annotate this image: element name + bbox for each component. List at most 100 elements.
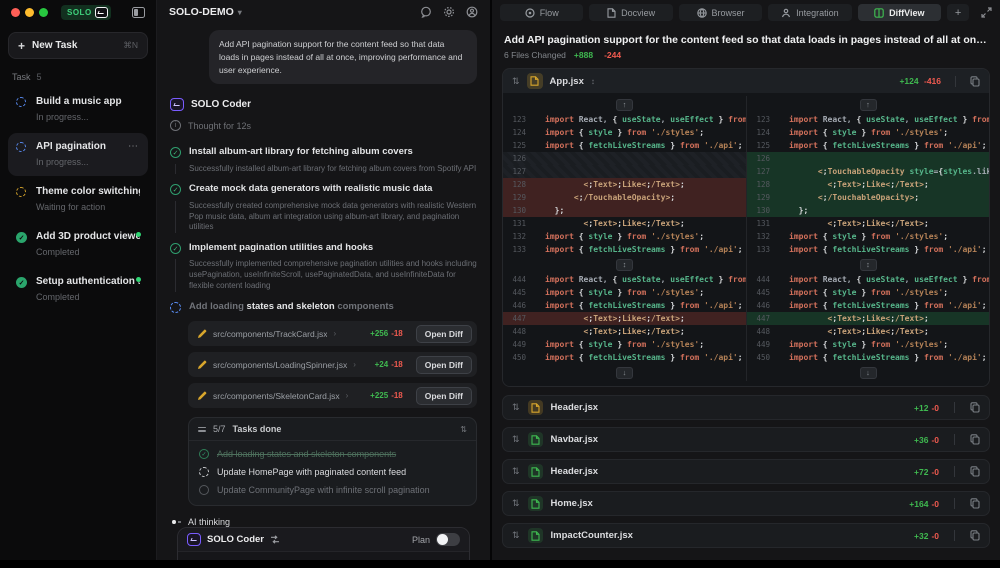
changed-file-chips: src/components/TrackCard.jsx › +256 -18 O…	[188, 321, 477, 409]
tab-diffview[interactable]: DiffView	[857, 4, 942, 21]
changed-file-row[interactable]: ⇅ Header.jsx +72 -0	[502, 459, 990, 484]
file-icon	[527, 432, 543, 447]
step-detail: Successfully installed album-art library…	[175, 163, 477, 175]
chip-added: +24	[374, 360, 389, 370]
minimize-window-button[interactable]	[25, 7, 34, 17]
task-title: API pagination	[36, 141, 106, 152]
file-icon	[527, 496, 543, 511]
tasks-progress-header[interactable]: 5/7 Tasks done ⇅	[189, 418, 476, 442]
file-icon-modified	[526, 73, 543, 89]
changed-file-row[interactable]: ⇅ Home.jsx +164 -0	[502, 491, 990, 516]
chevron-right-icon: ›	[345, 391, 349, 401]
expand-up-button[interactable]: ↑	[859, 98, 877, 111]
edit-pencil-icon	[198, 360, 207, 369]
diff-line: 129 <;/TouchableOpacity>;	[503, 191, 746, 204]
copy-icon[interactable]	[970, 530, 980, 541]
code-text: import { style } from './styles';	[789, 232, 949, 241]
diff-line: 445 import { style } from './styles';	[746, 286, 989, 299]
close-window-button[interactable]	[11, 7, 20, 17]
code-text: <;/TouchableOpacity>;	[817, 193, 920, 202]
changed-file-row[interactable]: ⇅ Navbar.jsx +36 -0	[502, 427, 990, 452]
agent-steps: Install album-art library for fetching a…	[170, 137, 477, 292]
copy-icon[interactable]	[970, 466, 980, 477]
code-text: import React, { useState, useEffect } fr…	[789, 275, 989, 284]
diff-line: 129 <;/TouchableOpacity>;	[746, 191, 989, 204]
diff-line: 447 <;Text>;Like<;/Text>;	[746, 312, 989, 325]
project-switcher[interactable]: SOLO-DEMO ▾	[169, 6, 242, 18]
new-task-label: New Task	[32, 40, 78, 51]
maximize-window-button[interactable]	[39, 7, 48, 17]
line-number: 123	[756, 115, 770, 124]
tab-browser[interactable]: Browser	[678, 4, 763, 21]
expand-row-icon[interactable]: ⇅	[512, 530, 520, 541]
thought-duration[interactable]: i Thought for 12s	[170, 120, 477, 132]
open-diff-button[interactable]: Open Diff	[415, 324, 472, 343]
add-tab-button[interactable]: +	[947, 4, 970, 21]
expand-row-icon[interactable]: ⇅	[512, 498, 520, 509]
line-number: 449	[512, 340, 526, 349]
new-task-button[interactable]: + New Task ⌘N	[8, 32, 148, 59]
file-change-chip[interactable]: src/components/TrackCard.jsx › +256 -18 O…	[188, 321, 477, 347]
expand-panel-icon[interactable]	[981, 7, 992, 18]
changed-file-row[interactable]: ⇅ Header.jsx +12 -0	[502, 395, 990, 420]
open-diff-button[interactable]: Open Diff	[415, 355, 472, 374]
copy-icon[interactable]	[970, 434, 980, 445]
diff-line: 128 <;Text>;Like<;/Text>;	[503, 178, 746, 191]
chat-history-icon[interactable]	[420, 6, 432, 18]
expand-row-icon[interactable]: ⇅	[512, 402, 520, 413]
sidebar-task-item[interactable]: Build a music app In progress... ⋯	[8, 88, 148, 131]
copy-icon[interactable]	[970, 498, 980, 509]
task-state-icon	[16, 186, 28, 212]
open-diff-button[interactable]: Open Diff	[415, 386, 472, 405]
diff-row: 445 import { style } from './styles'; 445 i…	[503, 286, 989, 299]
diff-line: 123 import React, { useState, useEffect }…	[503, 113, 746, 126]
diff-scroll-area[interactable]: ⇅ App.jsx ↕ +124 -416 ↑ ↑ 123 import Rea…	[492, 60, 1000, 560]
file-change-chip[interactable]: src/components/SkeletonCard.jsx › +225 -1…	[188, 383, 477, 409]
expand-down-button[interactable]: ↓	[616, 366, 633, 379]
step-done-icon	[170, 184, 181, 196]
expand-up-button[interactable]: ↑	[616, 98, 633, 111]
sidebar-task-item[interactable]: Theme color switching Waiting for action…	[8, 178, 148, 221]
diff-row: 132 import { style } from './styles'; 132 i…	[503, 230, 989, 243]
sidebar-task-item[interactable]: Add 3D product viewer Completed ⋯	[8, 223, 148, 266]
expand-down-button[interactable]: ↓	[859, 366, 877, 379]
task-menu-button[interactable]: ⋯	[128, 141, 139, 152]
changed-file-row[interactable]: ⇅ ImpactCounter.jsx +32 -0	[502, 523, 990, 548]
row-removed: -0	[931, 498, 939, 509]
row-added: +12	[914, 402, 929, 413]
expand-row-icon[interactable]: ⇅	[512, 466, 520, 477]
tab-label: DiffView	[889, 7, 925, 18]
collapse-file-icon[interactable]: ⇅	[512, 76, 520, 87]
code-text: };	[798, 206, 809, 215]
switch-model-icon[interactable]	[270, 535, 280, 544]
expand-updown-button[interactable]: ↕	[616, 258, 633, 271]
settings-gear-icon[interactable]	[443, 6, 455, 18]
expand-file-icon[interactable]: ↕	[591, 77, 595, 86]
step-detail: Successfully implemented comprehensive p…	[175, 259, 477, 292]
code-text: import { style } from './styles';	[545, 288, 705, 297]
collapse-icon[interactable]: ⇅	[460, 425, 467, 434]
sidebar-toggle-icon[interactable]	[132, 6, 145, 18]
sidebar-task-item[interactable]: API pagination In progress... ⋯	[8, 133, 148, 176]
tab-docview[interactable]: Docview	[589, 4, 673, 21]
file-change-chip[interactable]: src/components/LoadingSpinner.jsx › +24-…	[188, 352, 477, 378]
diff-line: 127	[503, 165, 746, 178]
line-number: 444	[756, 275, 770, 284]
diff-file-header[interactable]: ⇅ App.jsx ↕ +124 -416	[503, 69, 989, 93]
tab-integration[interactable]: Integration	[768, 4, 852, 21]
code-text: import { fetchLiveStreams } from './api'…	[545, 301, 743, 310]
diff-card-appjsx: ⇅ App.jsx ↕ +124 -416 ↑ ↑ 123 import Rea…	[502, 68, 990, 387]
tasks-progress-card: 5/7 Tasks done ⇅ Add loading states and …	[188, 417, 477, 507]
line-number: 129	[512, 193, 526, 202]
chat-scroll-area[interactable]: Add API pagination support for the conte…	[157, 24, 490, 560]
sidebar-task-item[interactable]: Setup authentication syste... Completed …	[8, 268, 148, 311]
copy-icon[interactable]	[970, 75, 980, 87]
tab-flow[interactable]: Flow	[500, 4, 584, 21]
composer-input[interactable]: Start building with SOLO Coder	[178, 552, 469, 560]
expand-updown-button[interactable]: ↕	[859, 258, 877, 271]
code-text: import { fetchLiveStreams } from './api'…	[545, 245, 743, 254]
user-account-icon[interactable]	[466, 6, 478, 18]
copy-icon[interactable]	[970, 402, 980, 413]
plan-toggle[interactable]	[436, 533, 460, 547]
expand-row-icon[interactable]: ⇅	[512, 434, 520, 445]
